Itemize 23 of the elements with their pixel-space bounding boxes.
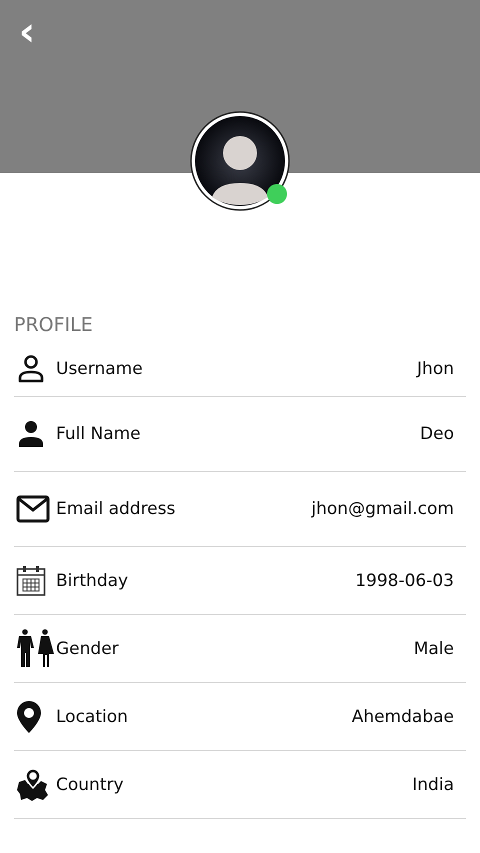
field-label: Country [56, 774, 125, 794]
field-label: Email address [56, 499, 176, 519]
field-label: Location [56, 706, 129, 726]
section-title: PROFILE [14, 313, 94, 338]
field-value: Jhon [417, 359, 455, 379]
envelope-icon [16, 495, 50, 523]
man-and-woman-icon [16, 628, 54, 668]
field-label: Birthday [56, 570, 130, 590]
map-pin-icon [16, 700, 42, 734]
back-button[interactable]: ‹ [12, 12, 42, 52]
field-value: Deo [420, 424, 455, 444]
field-value: Ahemdabae [352, 706, 455, 726]
person-outline-icon [16, 354, 46, 384]
field-label: Username [56, 359, 144, 379]
field-label: Gender [56, 638, 120, 658]
field-value: jhon@gmail.com [311, 499, 455, 519]
field-value: India [412, 774, 455, 794]
map-with-pin-icon [16, 768, 50, 802]
field-label: Full Name [56, 424, 142, 444]
person-icon [16, 419, 46, 449]
field-value: Male [414, 638, 455, 658]
calendar-icon [16, 564, 46, 596]
field-value: 1998-06-03 [355, 570, 455, 590]
